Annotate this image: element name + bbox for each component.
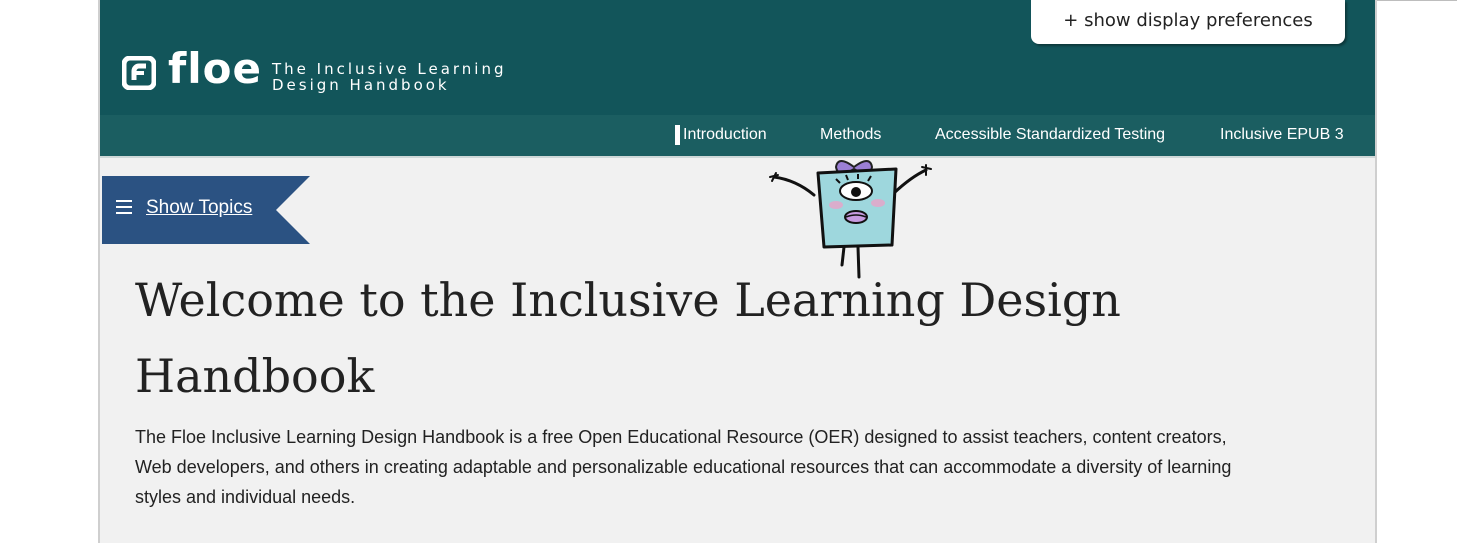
brand-name[interactable]: floe bbox=[168, 48, 262, 90]
hamburger-menu-icon bbox=[116, 200, 132, 214]
show-topics-button[interactable]: Show Topics bbox=[102, 176, 310, 244]
page-title: Welcome to the Inclusive Learning Design… bbox=[135, 273, 1121, 403]
show-topics-label[interactable]: Show Topics bbox=[146, 197, 252, 219]
show-display-preferences-button[interactable]: + show display preferences bbox=[1031, 0, 1345, 44]
site-header: floe The Inclusive Learning Design Handb… bbox=[100, 0, 1375, 115]
nav-item-introduction[interactable]: Introduction bbox=[683, 115, 767, 156]
nav-item-accessible-standardized-testing[interactable]: Accessible Standardized Testing bbox=[935, 115, 1165, 156]
active-nav-indicator bbox=[675, 125, 680, 145]
floe-logo-icon bbox=[122, 56, 156, 90]
page-container: floe The Inclusive Learning Design Handb… bbox=[98, 0, 1377, 543]
main-navigation: Introduction Methods Accessible Standard… bbox=[100, 115, 1375, 158]
site-tagline: The Inclusive Learning Design Handbook bbox=[272, 61, 507, 93]
nav-item-methods[interactable]: Methods bbox=[820, 115, 881, 156]
nav-item-inclusive-epub-3[interactable]: Inclusive EPUB 3 bbox=[1220, 115, 1344, 156]
tagline-line-1: The Inclusive Learning bbox=[272, 60, 507, 78]
intro-paragraph: The Floe Inclusive Learning Design Handb… bbox=[135, 427, 1232, 507]
top-border-line bbox=[1377, 0, 1457, 1]
tagline-line-2: Design Handbook bbox=[272, 76, 450, 94]
